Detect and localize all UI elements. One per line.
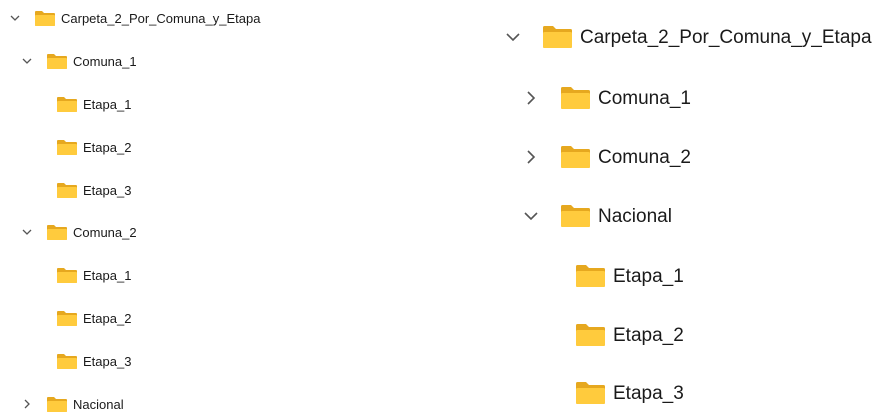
tree-item-etapa-2[interactable]: Etapa_2 (57, 308, 131, 328)
tree-item-etapa-2[interactable]: Etapa_2 (57, 137, 131, 157)
tree-item-label: Etapa_2 (613, 324, 684, 346)
folder-icon (47, 396, 67, 412)
tree-item-etapa-1[interactable]: Etapa_1 (576, 261, 684, 291)
tree-item-label: Etapa_2 (83, 139, 132, 155)
tree-item-etapa-3[interactable]: Etapa_3 (57, 351, 131, 371)
folder-icon (576, 382, 605, 404)
tree-item-etapa-1[interactable]: Etapa_1 (57, 265, 131, 285)
folder-icon (561, 205, 590, 227)
tree-item-label: Etapa_3 (613, 382, 684, 404)
tree-item-label: Etapa_2 (83, 310, 132, 326)
tree-item-etapa-3[interactable]: Etapa_3 (57, 180, 131, 200)
folder-icon (47, 224, 67, 240)
chevron-right-icon[interactable] (523, 90, 539, 106)
chevron-down-icon[interactable] (21, 55, 33, 67)
folder-tree-right: Carpeta_2_Por_Comuna_y_Etapa Comuna_1 Co… (505, 0, 894, 409)
tree-item-etapa-3[interactable]: Etapa_3 (576, 378, 684, 408)
tree-item-label: Comuna_1 (598, 87, 691, 109)
folder-icon (47, 53, 67, 69)
chevron-down-icon[interactable] (9, 12, 21, 24)
folder-icon (561, 146, 590, 168)
tree-item-label: Etapa_1 (83, 96, 132, 112)
tree-item-label: Nacional (598, 205, 672, 227)
folder-icon (57, 139, 77, 155)
chevron-down-icon[interactable] (523, 208, 539, 224)
folder-icon (57, 96, 77, 112)
folder-icon (57, 182, 77, 198)
folder-icon (576, 324, 605, 346)
folder-icon (57, 267, 77, 283)
folder-icon (543, 26, 572, 48)
tree-item-label: Carpeta_2_Por_Comuna_y_Etapa (61, 10, 261, 26)
folder-icon (57, 310, 77, 326)
tree-item-label: Comuna_2 (73, 224, 137, 240)
chevron-right-icon[interactable] (21, 398, 33, 410)
tree-item-label: Carpeta_2_Por_Comuna_y_Etapa (580, 26, 872, 48)
tree-item-root[interactable]: Carpeta_2_Por_Comuna_y_Etapa (9, 8, 260, 28)
tree-item-root[interactable]: Carpeta_2_Por_Comuna_y_Etapa (505, 22, 872, 52)
tree-item-label: Etapa_3 (83, 353, 132, 369)
folder-icon (57, 353, 77, 369)
chevron-down-icon[interactable] (505, 29, 521, 45)
tree-item-comuna-1[interactable]: Comuna_1 (21, 51, 137, 71)
tree-item-label: Etapa_1 (83, 267, 132, 283)
folder-icon (35, 10, 55, 26)
tree-item-etapa-2[interactable]: Etapa_2 (576, 320, 684, 350)
tree-item-comuna-2[interactable]: Comuna_2 (21, 222, 137, 242)
tree-item-comuna-2[interactable]: Comuna_2 (523, 142, 691, 172)
tree-item-label: Etapa_1 (613, 265, 684, 287)
tree-item-nacional[interactable]: Nacional (21, 394, 124, 414)
chevron-down-icon[interactable] (21, 226, 33, 238)
folder-tree-left: Carpeta_2_Por_Comuna_y_Etapa Comuna_1 Et… (0, 0, 420, 412)
folder-icon (576, 265, 605, 287)
tree-item-etapa-1[interactable]: Etapa_1 (57, 94, 131, 114)
tree-item-label: Comuna_2 (598, 146, 691, 168)
tree-item-nacional[interactable]: Nacional (523, 201, 672, 231)
chevron-right-icon[interactable] (523, 149, 539, 165)
folder-icon (561, 87, 590, 109)
tree-item-comuna-1[interactable]: Comuna_1 (523, 83, 691, 113)
tree-item-label: Etapa_3 (83, 182, 132, 198)
tree-item-label: Comuna_1 (73, 53, 137, 69)
